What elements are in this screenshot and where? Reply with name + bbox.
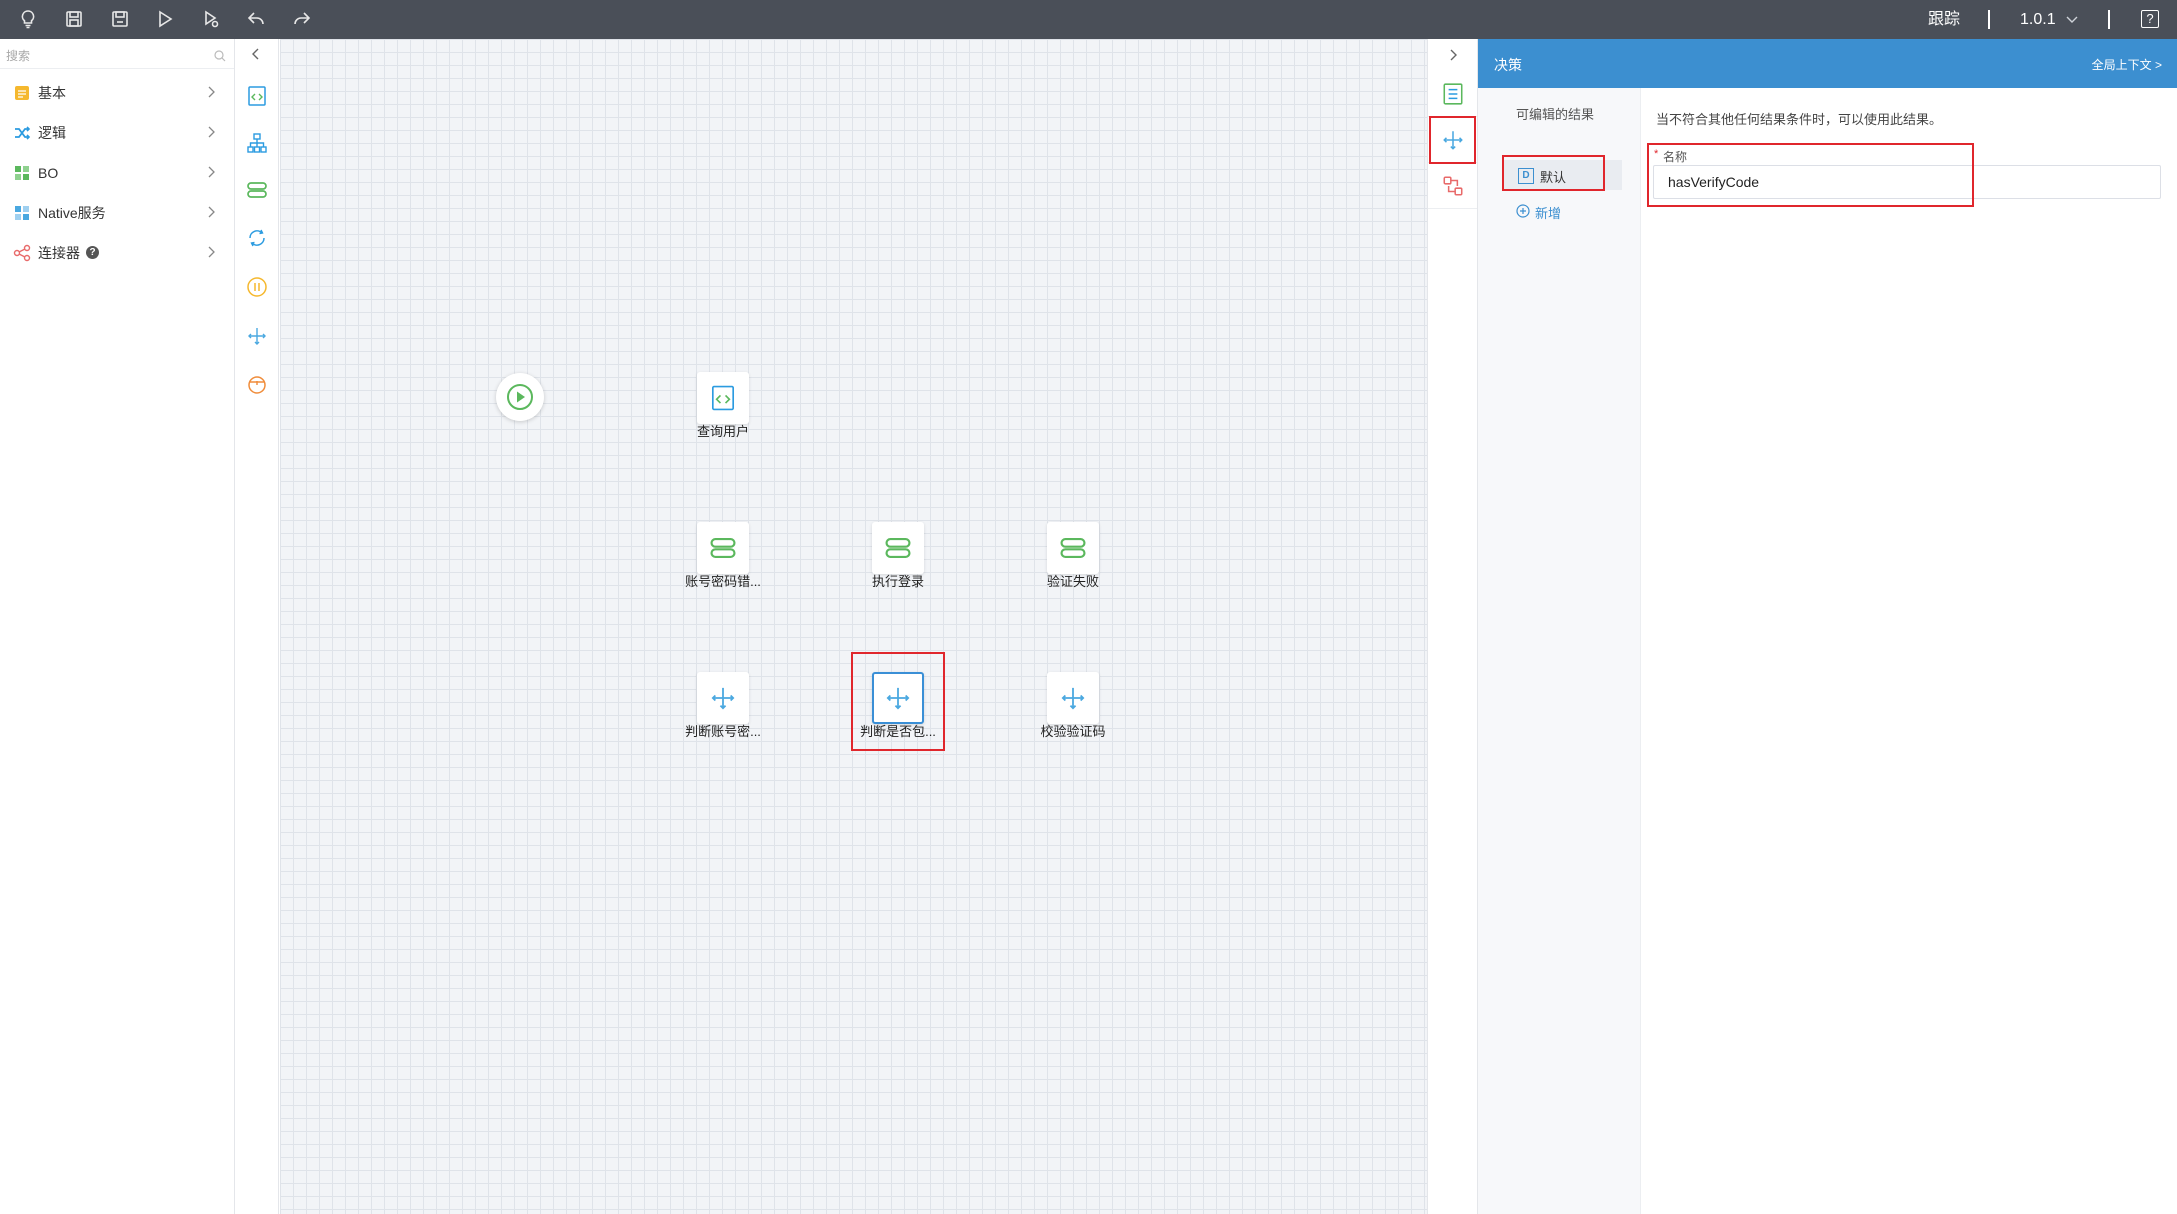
timer-icon[interactable] [244,371,270,397]
connector-help-icon[interactable]: ? [86,246,99,259]
node-execute-login[interactable] [872,522,924,574]
node-verify-code[interactable] [1047,672,1099,724]
search-box [0,43,234,69]
category-basic[interactable]: 基本 [0,75,234,109]
chevron-right-icon [208,166,215,178]
debug-icon[interactable] [197,6,225,32]
collapse-left-icon[interactable] [251,48,261,60]
outcomes-list: 可编辑的结果 D 默认 新增 [1478,88,1641,1214]
node-verify-failed[interactable] [1047,522,1099,574]
code-icon[interactable] [244,83,270,109]
node-query-user[interactable] [697,372,749,424]
decision-icon[interactable] [244,323,270,349]
redo-icon[interactable] [288,6,316,32]
category-label: 连接器 [38,245,80,261]
tab-list[interactable] [1428,71,1477,117]
decision-icon [1061,687,1085,710]
chevron-right-icon [208,246,215,258]
data-icon [1060,538,1086,558]
data-icon [710,538,736,558]
chevron-down-icon[interactable] [2066,16,2078,24]
play-icon [507,384,533,410]
add-circle-icon [1516,204,1530,218]
outcome-description: 当不符合其他任何结果条件时，可以使用此结果。 [1656,112,1943,127]
global-context-link[interactable]: 全局上下文 > [2092,56,2162,73]
run-icon[interactable] [151,6,179,32]
decision-icon [711,687,735,710]
node-credential-error[interactable] [697,522,749,574]
tab-mapping[interactable] [1428,163,1477,209]
category-logic[interactable]: 逻辑 [0,115,234,149]
version-select[interactable]: 1.0.1 [2020,10,2056,30]
loop-icon[interactable] [244,225,270,251]
add-outcome-label: 新增 [1535,206,1562,221]
required-mark: * [1654,148,1659,160]
node-check-account[interactable] [697,672,749,724]
tree-icon[interactable] [244,130,270,156]
name-input[interactable] [1653,165,2161,199]
basic-icon [15,86,29,100]
node-label: 判断是否包... [860,724,936,739]
component-panel: 基本 逻辑 BO Native服务 连接器 ? [0,39,235,1214]
list-icon [1443,82,1462,105]
bo-icon [15,166,29,180]
category-bo[interactable]: BO [0,155,234,189]
category-label: BO [38,165,59,181]
bulb-icon[interactable] [14,6,42,32]
shuffle-icon [15,126,31,140]
node-label: 账号密码错... [685,574,761,589]
trace-button[interactable]: 跟踪 [1928,10,1960,30]
help-button[interactable]: ? [2141,10,2159,28]
category-label: 基本 [38,85,66,101]
code-icon [711,385,735,411]
search-icon[interactable] [214,50,226,62]
undo-icon[interactable] [242,6,270,32]
node-label: 执行登录 [871,574,924,589]
property-tabs [1427,39,1477,1214]
category-native-service[interactable]: Native服务 [0,195,234,229]
collapse-right-icon[interactable] [1448,49,1458,61]
flow-canvas[interactable]: 查询用户 账号密码错... 执行登录 验证失败 判断账号密... 判断是否包..… [280,39,1427,1214]
data-icon [885,538,911,558]
node-check-contains[interactable] [872,672,924,724]
panel-title: 决策 [1494,57,1522,73]
node-toolbox [235,39,279,1214]
category-connector[interactable]: 连接器 ? [0,235,234,269]
pause-icon[interactable] [244,274,270,300]
toolbar-divider [2108,10,2110,29]
chevron-right-icon [208,126,215,138]
node-label: 判断账号密... [685,724,761,739]
save-as-icon[interactable] [106,6,134,32]
connector-icon [13,244,31,262]
decision-tab-icon [1442,130,1463,150]
data-icon[interactable] [244,177,270,203]
outcome-default[interactable]: D 默认 [1502,160,1622,190]
default-outcome-icon: D [1518,168,1534,184]
node-label: 校验验证码 [1040,724,1106,739]
native-service-icon [15,206,29,220]
category-label: Native服务 [38,205,106,221]
top-toolbar: 跟踪 1.0.1 ? [0,0,2177,39]
outcome-label: 默认 [1540,170,1567,185]
decision-icon [886,687,910,710]
properties-panel: 决策 全局上下文 > 可编辑的结果 D 默认 新增 当不符合其他任何结果条件时，… [1477,39,2177,1214]
toolbar-divider [1988,10,1990,29]
properties-header: 决策 全局上下文 > [1478,39,2177,88]
start-node[interactable] [496,373,544,421]
tab-decision[interactable] [1428,117,1477,163]
search-input[interactable] [6,46,206,66]
outcomes-title: 可编辑的结果 [1516,107,1595,122]
help-icon: ? [2146,11,2154,26]
name-label: 名称 [1663,150,1688,164]
category-label: 逻辑 [38,125,66,141]
chevron-right-icon [208,86,215,98]
node-label: 验证失败 [1046,574,1099,589]
mapping-icon [1443,176,1462,195]
save-icon[interactable] [60,6,88,32]
chevron-right-icon [208,206,215,218]
node-label: 查询用户 [696,424,749,439]
